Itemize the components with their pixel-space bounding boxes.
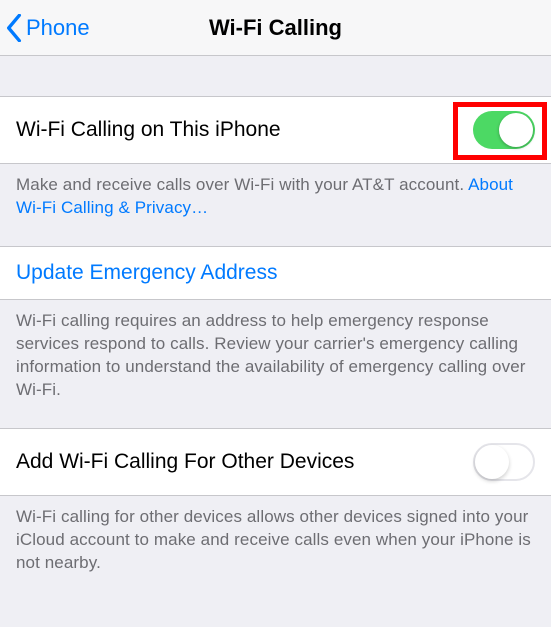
other-devices-footer: Wi-Fi calling for other devices allows o… <box>0 496 551 591</box>
update-emergency-address-label: Update Emergency Address <box>16 261 277 284</box>
navbar: Phone Wi-Fi Calling <box>0 0 551 56</box>
section-spacer <box>0 236 551 246</box>
wifi-calling-footer-text: Make and receive calls over Wi-Fi with y… <box>16 175 464 194</box>
wifi-calling-footer: Make and receive calls over Wi-Fi with y… <box>0 164 551 236</box>
wifi-calling-this-iphone-toggle[interactable] <box>473 111 535 149</box>
back-button[interactable]: Phone <box>0 14 90 42</box>
toggle-knob <box>475 445 509 479</box>
emergency-address-footer-text: Wi-Fi calling requires an address to hel… <box>16 311 526 399</box>
section-spacer <box>0 56 551 96</box>
wifi-calling-other-devices-row: Add Wi-Fi Calling For Other Devices <box>0 428 551 496</box>
section-spacer <box>0 418 551 428</box>
wifi-calling-other-devices-label: Add Wi-Fi Calling For Other Devices <box>16 450 354 474</box>
toggle-knob <box>499 113 533 147</box>
emergency-address-footer: Wi-Fi calling requires an address to hel… <box>0 300 551 418</box>
back-label: Phone <box>26 15 90 41</box>
chevron-left-icon <box>6 14 22 42</box>
other-devices-footer-text: Wi-Fi calling for other devices allows o… <box>16 507 531 572</box>
update-emergency-address-button[interactable]: Update Emergency Address <box>0 246 551 300</box>
wifi-calling-this-iphone-row: Wi-Fi Calling on This iPhone <box>0 96 551 164</box>
wifi-calling-this-iphone-label: Wi-Fi Calling on This iPhone <box>16 118 281 142</box>
wifi-calling-other-devices-toggle[interactable] <box>473 443 535 481</box>
